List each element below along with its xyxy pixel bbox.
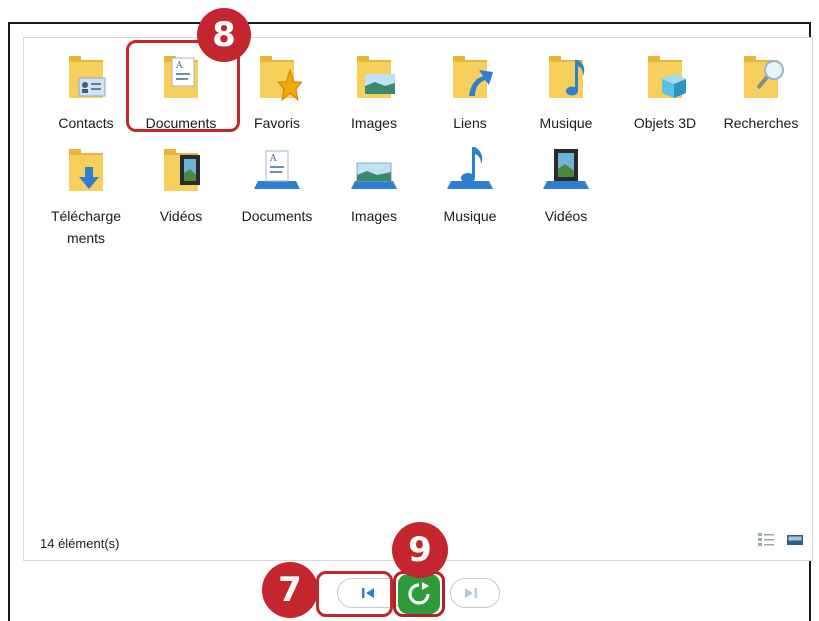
- searches-folder-icon: [744, 56, 784, 98]
- annotation-badge-9: 9: [392, 522, 448, 578]
- 3d-objects-folder-icon: [648, 56, 686, 98]
- skip-to-end-icon: [465, 588, 477, 598]
- pictures-library-icon: [351, 162, 397, 189]
- annotation-badge-8: 8: [197, 8, 251, 62]
- item-label: Images: [351, 208, 397, 224]
- item-label: Contacts: [58, 115, 114, 131]
- links-folder-icon: [453, 56, 493, 98]
- item-count-status: 14 élément(s): [40, 536, 120, 551]
- videos-library-icon: [543, 149, 589, 189]
- music-folder-icon: [549, 56, 585, 98]
- downloads-folder-icon: [69, 149, 103, 191]
- videos-folder-icon: [164, 149, 200, 191]
- favorites-folder-icon: [260, 56, 302, 102]
- item-label: Recherches: [723, 115, 799, 131]
- details-view-icon[interactable]: [757, 532, 775, 548]
- highlight-skip-to-start: [316, 571, 393, 617]
- svg-text:A: A: [269, 154, 277, 164]
- item-label: Favoris: [254, 115, 300, 131]
- item-label: Musique: [539, 115, 593, 131]
- item-label: Vidéos: [159, 208, 203, 224]
- item-label: Vidéos: [544, 208, 588, 224]
- documents-library-icon: A: [254, 150, 300, 189]
- item-label: Images: [351, 115, 397, 131]
- music-library-icon: [447, 147, 493, 189]
- item-label: Musique: [443, 208, 497, 224]
- item-label: Liens: [453, 115, 487, 131]
- large-icons-view-icon[interactable]: [786, 532, 804, 548]
- item-label: Objets 3D: [633, 115, 697, 131]
- annotation-badge-7: 7: [262, 562, 318, 618]
- contacts-folder-icon: [69, 56, 106, 98]
- item-label: Télécharge ments: [50, 208, 122, 246]
- item-label: Documents: [241, 208, 313, 224]
- pictures-folder-icon: [357, 56, 395, 98]
- skip-to-end-button[interactable]: [450, 578, 500, 608]
